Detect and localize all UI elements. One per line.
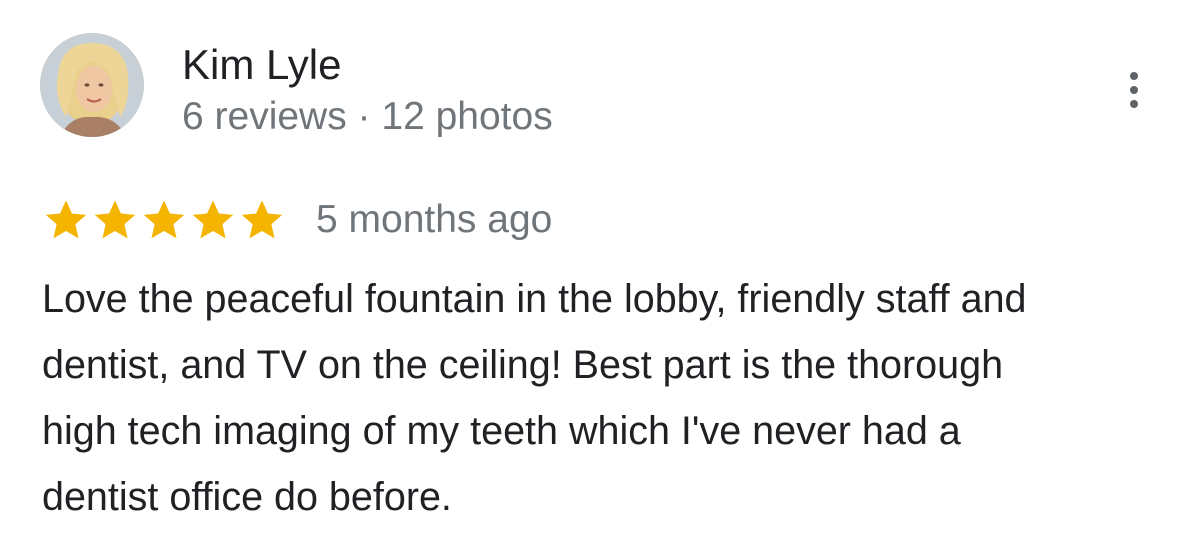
- star-icon: [94, 200, 136, 239]
- review-text-line: dentist office do before.: [42, 475, 452, 519]
- author-meta[interactable]: 6 reviews · 12 photos: [182, 94, 553, 140]
- review-text: Love the peaceful fountain in the lobby,…: [42, 266, 1182, 530]
- menu-dot: [1130, 72, 1138, 80]
- review-text-line: dentist, and TV on the ceiling! Best par…: [42, 343, 1004, 387]
- review-text-line: high tech imaging of my teeth which I've…: [42, 409, 961, 453]
- star-icon: [241, 200, 283, 239]
- review-card: Kim Lyle 6 reviews · 12 photos 5 months …: [0, 0, 1200, 548]
- avatar[interactable]: [40, 33, 144, 137]
- menu-dot: [1130, 100, 1138, 108]
- author-name[interactable]: Kim Lyle: [182, 40, 342, 90]
- star-rating: [42, 196, 287, 244]
- star-icon: [143, 200, 185, 239]
- star-icon: [192, 200, 234, 239]
- avatar-photo: [40, 33, 144, 137]
- menu-dot: [1130, 86, 1138, 94]
- star-icon: [45, 200, 87, 239]
- review-text-line: Love the peaceful fountain in the lobby,…: [42, 277, 1027, 321]
- review-time: 5 months ago: [316, 198, 553, 241]
- more-options-button[interactable]: [1116, 66, 1152, 114]
